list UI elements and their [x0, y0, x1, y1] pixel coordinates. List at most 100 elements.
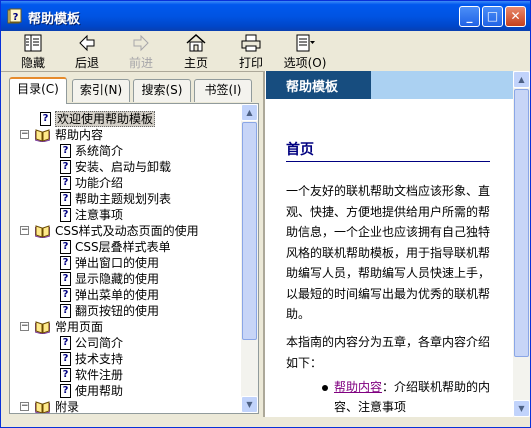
tree-item[interactable]: ? CSS层叠样式表单 [10, 239, 240, 255]
print-icon [241, 34, 261, 52]
tab-contents[interactable]: 目录(C) [9, 77, 67, 104]
minimize-icon: _ [466, 9, 473, 23]
open-book-icon [35, 129, 50, 142]
intro-paragraph: 一个友好的联机帮助文档应该形象、直观、快捷、方便地提供给用户所需的帮助信息，一个… [286, 184, 491, 321]
tree-item[interactable]: ? 弹出菜单的使用 [10, 287, 240, 303]
tree-item[interactable]: ? 欢迎使用帮助模板 [10, 111, 240, 127]
tree-item[interactable]: ? 软件注册 [10, 367, 240, 383]
help-page-icon: ? [40, 112, 51, 126]
forward-button[interactable]: 前进 [117, 33, 165, 70]
tree-item[interactable]: ? 使用帮助 [10, 383, 240, 399]
tree-item[interactable]: ? 显示隐藏的使用 [10, 271, 240, 287]
content-header-title: 帮助模板 [286, 80, 339, 95]
tree-item[interactable]: ? 弹出窗口的使用 [10, 255, 240, 271]
content-pane: 帮助模板 首页 一个友好的联机帮助文档应该形象、直观、快捷、方便地提供给用户所需… [265, 71, 530, 417]
collapse-icon[interactable]: − [20, 226, 29, 235]
help-page-icon: ? [60, 240, 71, 254]
scroll-down-icon: ▼ [518, 404, 525, 413]
help-page-icon: ? [60, 192, 71, 206]
tree-book[interactable]: − 常用页面 [10, 319, 240, 335]
title-bar[interactable]: ? 帮助模板 _ □ ✕ [1, 1, 530, 31]
tab-contents-label: 目录(C) [17, 82, 59, 96]
toolbar: 隐藏 后退 前进 主页 打印 选项(O) [1, 31, 530, 72]
hide-icon [24, 34, 42, 52]
help-page-icon: ? [60, 160, 71, 174]
bullet-item: 帮助内容：介绍联机帮助的内容、注意事项 [334, 377, 492, 417]
open-book-icon [35, 321, 50, 334]
tab-search[interactable]: 搜索(S) [133, 79, 191, 102]
help-page-icon: ? [60, 176, 71, 190]
back-arrow-icon [79, 34, 95, 52]
help-app-icon: ? [7, 8, 22, 24]
scroll-down-icon: ▼ [246, 400, 253, 409]
help-page-icon: ? [60, 336, 71, 350]
tree-item[interactable]: ? 帮助主题规划列表 [10, 191, 240, 207]
options-button[interactable]: 选项(O) [277, 33, 333, 70]
help-page-icon: ? [60, 304, 71, 318]
open-book-icon [35, 401, 50, 413]
collapse-icon[interactable]: − [20, 130, 29, 139]
tree-item[interactable]: ? 翻页按钮的使用 [10, 303, 240, 319]
scroll-thumb[interactable] [514, 89, 529, 357]
contents-tree[interactable]: ? 欢迎使用帮助模板 − 帮助内容 ? 系统简介 ? 安装、启动与卸载 ? 功能… [9, 103, 259, 414]
help-page-icon: ? [60, 256, 71, 270]
minimize-button[interactable]: _ [459, 6, 480, 27]
scroll-up-button[interactable]: ▲ [241, 104, 258, 121]
heading-divider [286, 161, 490, 162]
tree-item[interactable]: ? 系统简介 [10, 143, 240, 159]
scroll-down-button[interactable]: ▼ [241, 396, 258, 413]
bullet-icon [322, 385, 328, 391]
print-button[interactable]: 打印 [227, 33, 275, 70]
help-window: ? 帮助模板 _ □ ✕ 隐藏 后退 前进 主页 打印 选项(O) 目录(C) … [0, 0, 531, 428]
help-page-icon: ? [60, 208, 71, 222]
close-button[interactable]: ✕ [505, 6, 526, 27]
help-page-icon: ? [60, 384, 71, 398]
hide-button[interactable]: 隐藏 [9, 33, 57, 70]
collapse-icon[interactable]: − [20, 402, 29, 411]
tab-bookmarks[interactable]: 书签(I) [194, 79, 252, 102]
help-page-icon: ? [60, 288, 71, 302]
back-label: 后退 [74, 56, 99, 70]
back-button[interactable]: 后退 [63, 33, 111, 70]
tab-index[interactable]: 索引(N) [72, 79, 130, 102]
home-label: 主页 [183, 56, 208, 70]
tree-scrollbar[interactable]: ▲ ▼ [241, 104, 258, 413]
content-scrollbar[interactable]: ▲ ▼ [513, 71, 530, 417]
scroll-up-icon: ▲ [246, 108, 253, 117]
window-title: 帮助模板 [28, 12, 81, 27]
help-page-icon: ? [60, 352, 71, 366]
tab-index-label: 索引(N) [79, 83, 123, 97]
help-page-icon: ? [60, 272, 71, 286]
help-content-link[interactable]: 帮助内容 [334, 380, 382, 394]
tab-search-label: 搜索(S) [141, 83, 183, 97]
scroll-down-button[interactable]: ▼ [513, 400, 530, 417]
tree-item[interactable]: ? 技术支持 [10, 351, 240, 367]
tree-item[interactable]: ? 功能介绍 [10, 175, 240, 191]
page-heading: 首页 [286, 142, 314, 158]
tree-book[interactable]: − CSS样式及动态页面的使用 [10, 223, 240, 239]
scroll-thumb[interactable] [242, 122, 257, 340]
close-icon: ✕ [510, 9, 521, 23]
content-header: 帮助模板 [266, 71, 514, 99]
maximize-icon: □ [486, 9, 499, 23]
help-page-icon: ? [60, 368, 71, 382]
maximize-button[interactable]: □ [482, 6, 503, 27]
tree-item[interactable]: ? 安装、启动与卸载 [10, 159, 240, 175]
scroll-up-button[interactable]: ▲ [513, 71, 530, 88]
tree-book[interactable]: − 附录 [10, 399, 240, 413]
options-label: 选项(O) [283, 56, 327, 70]
tree-item[interactable]: ? 注意事项 [10, 207, 240, 223]
tree-item[interactable]: ? 公司简介 [10, 335, 240, 351]
options-icon [296, 34, 315, 52]
nav-tabs: 目录(C) 索引(N) 搜索(S) 书签(I) [9, 77, 259, 104]
hide-label: 隐藏 [20, 56, 45, 70]
open-book-icon [35, 225, 50, 238]
home-icon [186, 33, 206, 52]
tab-bookmarks-label: 书签(I) [204, 83, 242, 97]
scroll-up-icon: ▲ [518, 75, 525, 84]
collapse-icon[interactable]: − [20, 322, 29, 331]
tree-book[interactable]: − 帮助内容 [10, 127, 240, 143]
chapters-paragraph: 本指南的内容分为五章，各章内容介绍如下： [286, 335, 491, 370]
svg-text:?: ? [13, 12, 19, 23]
home-button[interactable]: 主页 [172, 33, 220, 70]
